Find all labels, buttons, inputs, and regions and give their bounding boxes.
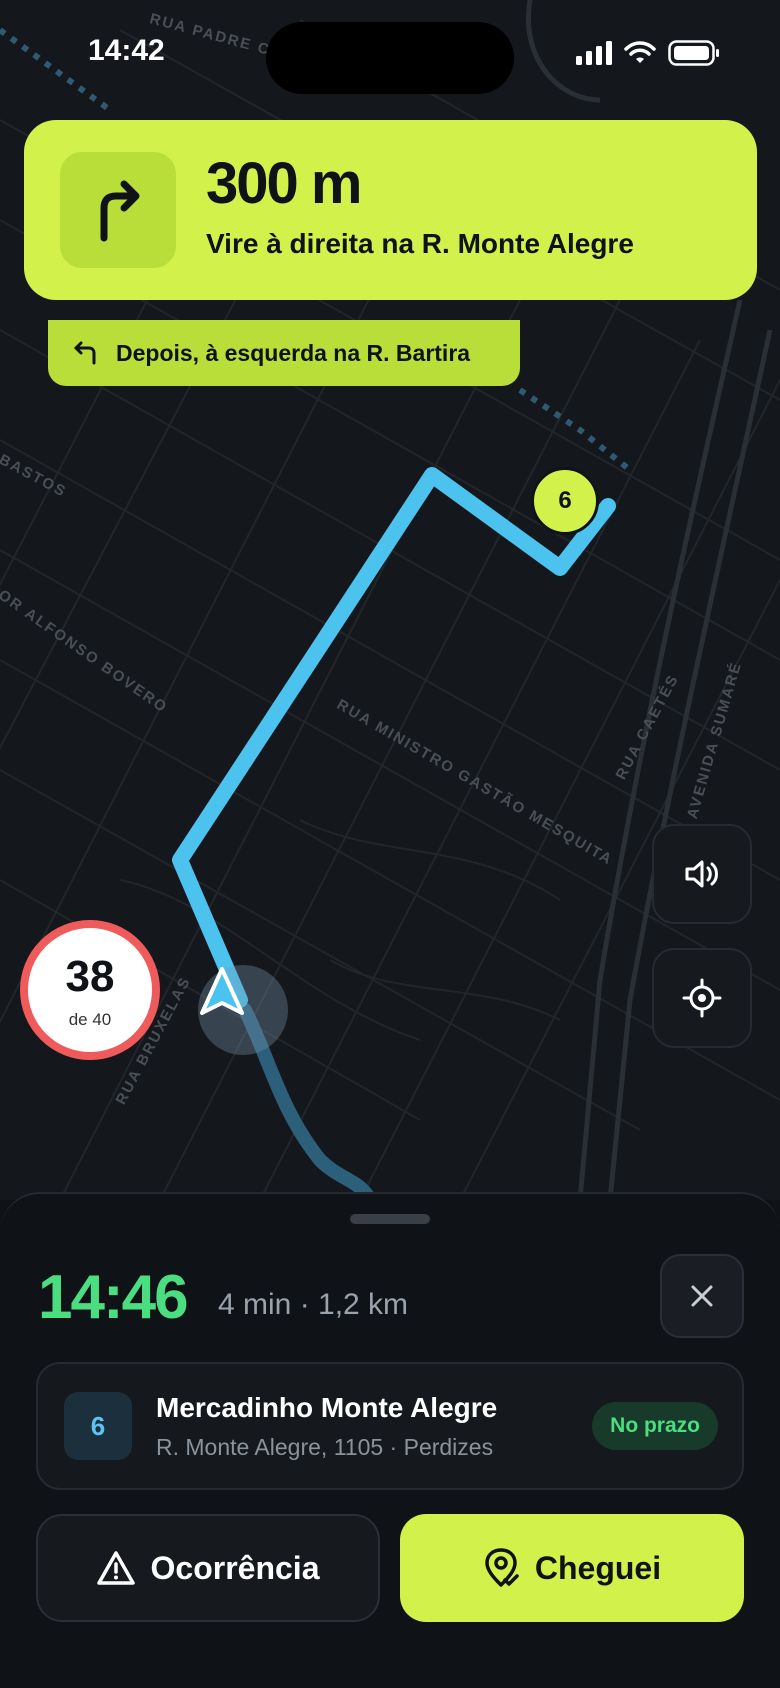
arrival-time: 14:46 [38,1263,189,1332]
dynamic-island [266,22,514,94]
trip-meta: 4 min · 1,2 km [218,1288,409,1321]
location-check-icon [485,1548,519,1587]
status-badge: No prazo [592,1402,718,1450]
status-bar: 14:42 [0,0,780,100]
stop-card[interactable]: 6 Mercadinho Monte Alegre R. Monte Alegr… [36,1362,744,1490]
sheet-handle[interactable] [350,1214,430,1224]
turn-right-icon [100,180,140,242]
stop-number: 6 [64,1392,132,1460]
turn-direction-box [60,152,176,268]
user-location-marker [198,965,288,1055]
speed-limit: de 40 [68,1010,112,1029]
current-speed: 38 [65,952,115,1001]
speed-indicator: 38 de 40 [20,920,160,1060]
trip-bottom-sheet: 14:46 4 min · 1,2 km 6 Mercadinho Monte … [0,1192,780,1688]
navigation-arrow-icon [200,967,244,1015]
turn-instruction: Vire à direita na R. Monte Alegre [206,228,634,259]
turn-left-icon [74,341,96,365]
navigation-instruction-card: 300 m Vire à direita na R. Monte Alegre [24,120,757,300]
status-time: 14:42 [88,34,165,67]
crosshair-icon [682,978,722,1018]
arrived-button[interactable]: Cheguei [400,1514,744,1622]
speaker-icon [685,860,718,888]
stop-name: Mercadinho Monte Alegre [156,1392,498,1423]
recenter-button[interactable] [652,948,752,1048]
sound-button[interactable] [652,824,752,924]
turn-distance: 300 m [206,151,362,216]
wifi-icon [624,41,656,63]
close-button[interactable] [660,1254,744,1338]
stop-marker[interactable]: 6 [531,467,599,535]
close-icon [691,1285,713,1307]
next-instruction-card: Depois, à esquerda na R. Bartira [48,320,520,386]
stop-address: R. Monte Alegre, 1105 · Perdizes [156,1434,494,1460]
warning-icon [96,1551,135,1585]
occurrence-label: Ocorrência [150,1549,320,1586]
next-instruction: Depois, à esquerda na R. Bartira [116,339,471,366]
arrived-label: Cheguei [534,1549,662,1586]
occurrence-button[interactable]: Ocorrência [36,1514,380,1622]
signal-icon [576,41,612,65]
battery-icon [668,40,719,66]
